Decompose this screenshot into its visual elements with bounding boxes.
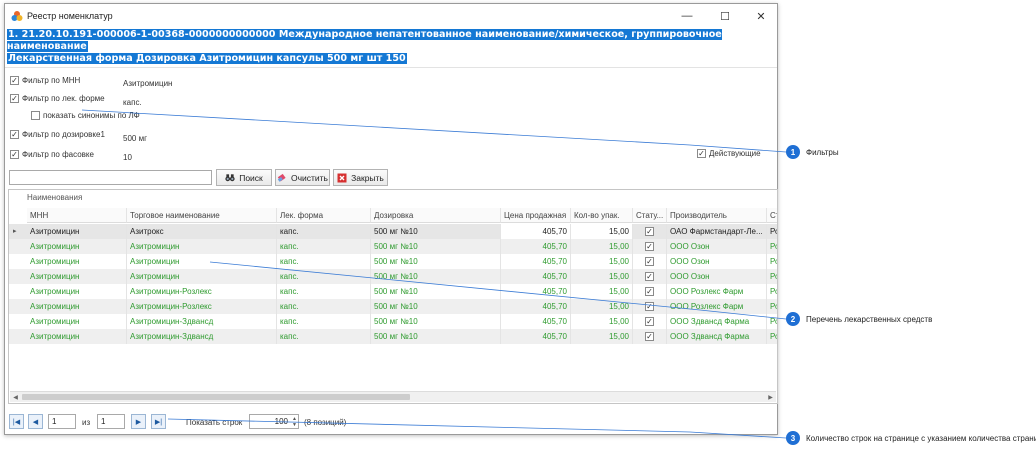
callout-2-label: Перечень лекарственных средств xyxy=(806,315,933,324)
callout-3-marker: 3 xyxy=(786,431,800,445)
callout-lines xyxy=(81,109,787,439)
callout-3-label: Количество строк на странице с указанием… xyxy=(806,434,1036,443)
callout-2-marker: 2 xyxy=(786,312,800,326)
callout-1-marker: 1 xyxy=(786,145,800,159)
callout-1-label: Фильтры xyxy=(806,148,839,157)
